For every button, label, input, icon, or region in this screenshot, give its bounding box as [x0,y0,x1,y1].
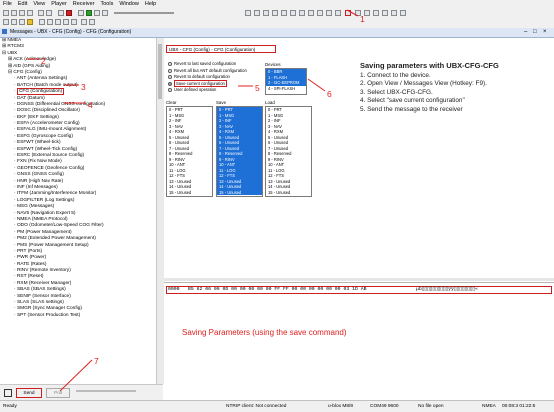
callout-arrows [26,9,359,392]
arrow-7 [59,359,93,392]
status-device: u-blox M8/8 [328,404,354,409]
status-ready: Ready [3,404,17,409]
status-port: COM49 9600 [370,404,399,409]
status-time: 00:08:3 01:22:5 [502,404,536,409]
arrow-6 [307,78,326,92]
status-file: No file open [418,404,444,409]
status-protocol: NMEA [482,404,496,409]
status-bar: Ready NTRIP client: Not connected u-blox… [0,400,554,412]
arrow-1 [346,9,359,17]
status-ntrip: NTRIP client: Not connected [226,404,287,409]
